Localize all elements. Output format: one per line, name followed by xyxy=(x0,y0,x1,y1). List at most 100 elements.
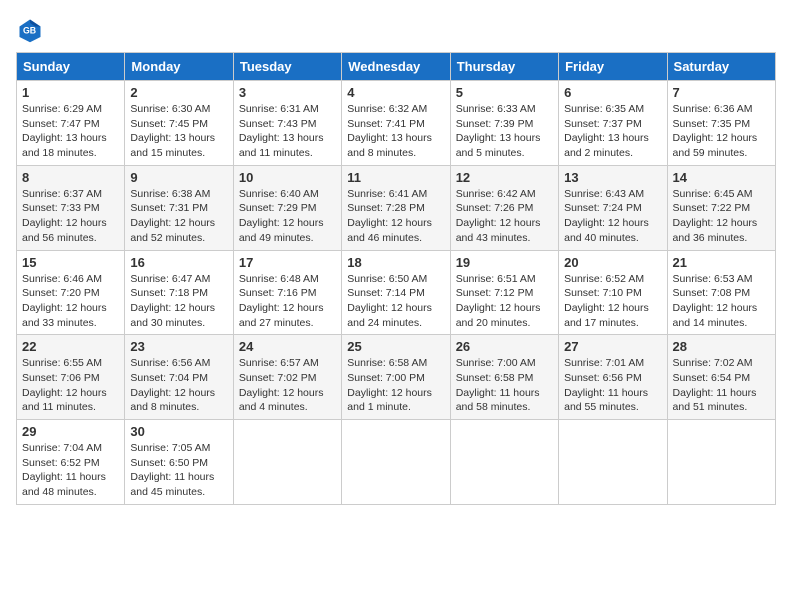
cell-content: Sunrise: 6:51 AM Sunset: 7:12 PM Dayligh… xyxy=(456,272,553,331)
calendar-cell xyxy=(450,420,558,505)
calendar-cell: 16 Sunrise: 6:47 AM Sunset: 7:18 PM Dayl… xyxy=(125,250,233,335)
calendar-cell: 7 Sunrise: 6:36 AM Sunset: 7:35 PM Dayli… xyxy=(667,81,775,166)
calendar-cell xyxy=(342,420,450,505)
cell-content: Sunrise: 6:53 AM Sunset: 7:08 PM Dayligh… xyxy=(673,272,770,331)
cell-content: Sunrise: 6:45 AM Sunset: 7:22 PM Dayligh… xyxy=(673,187,770,246)
weekday-header-wednesday: Wednesday xyxy=(342,53,450,81)
calendar-cell: 28 Sunrise: 7:02 AM Sunset: 6:54 PM Dayl… xyxy=(667,335,775,420)
cell-content: Sunrise: 6:35 AM Sunset: 7:37 PM Dayligh… xyxy=(564,102,661,161)
calendar-cell: 1 Sunrise: 6:29 AM Sunset: 7:47 PM Dayli… xyxy=(17,81,125,166)
cell-content: Sunrise: 6:29 AM Sunset: 7:47 PM Dayligh… xyxy=(22,102,119,161)
day-number: 4 xyxy=(347,85,444,100)
calendar-cell: 20 Sunrise: 6:52 AM Sunset: 7:10 PM Dayl… xyxy=(559,250,667,335)
day-number: 16 xyxy=(130,255,227,270)
calendar-cell: 5 Sunrise: 6:33 AM Sunset: 7:39 PM Dayli… xyxy=(450,81,558,166)
weekday-header-sunday: Sunday xyxy=(17,53,125,81)
calendar-cell: 27 Sunrise: 7:01 AM Sunset: 6:56 PM Dayl… xyxy=(559,335,667,420)
weekday-header-friday: Friday xyxy=(559,53,667,81)
day-number: 22 xyxy=(22,339,119,354)
day-number: 6 xyxy=(564,85,661,100)
logo: GB xyxy=(16,16,48,44)
generalblue-logo-icon: GB xyxy=(16,16,44,44)
day-number: 1 xyxy=(22,85,119,100)
calendar-cell: 11 Sunrise: 6:41 AM Sunset: 7:28 PM Dayl… xyxy=(342,165,450,250)
day-number: 26 xyxy=(456,339,553,354)
calendar-cell: 23 Sunrise: 6:56 AM Sunset: 7:04 PM Dayl… xyxy=(125,335,233,420)
day-number: 13 xyxy=(564,170,661,185)
page-header: GB xyxy=(16,16,776,44)
calendar-cell: 24 Sunrise: 6:57 AM Sunset: 7:02 PM Dayl… xyxy=(233,335,341,420)
day-number: 15 xyxy=(22,255,119,270)
cell-content: Sunrise: 6:31 AM Sunset: 7:43 PM Dayligh… xyxy=(239,102,336,161)
cell-content: Sunrise: 6:37 AM Sunset: 7:33 PM Dayligh… xyxy=(22,187,119,246)
calendar-cell: 18 Sunrise: 6:50 AM Sunset: 7:14 PM Dayl… xyxy=(342,250,450,335)
cell-content: Sunrise: 6:41 AM Sunset: 7:28 PM Dayligh… xyxy=(347,187,444,246)
cell-content: Sunrise: 6:47 AM Sunset: 7:18 PM Dayligh… xyxy=(130,272,227,331)
day-number: 21 xyxy=(673,255,770,270)
calendar-cell: 22 Sunrise: 6:55 AM Sunset: 7:06 PM Dayl… xyxy=(17,335,125,420)
calendar-table: SundayMondayTuesdayWednesdayThursdayFrid… xyxy=(16,52,776,505)
weekday-header-monday: Monday xyxy=(125,53,233,81)
day-number: 23 xyxy=(130,339,227,354)
day-number: 7 xyxy=(673,85,770,100)
cell-content: Sunrise: 6:43 AM Sunset: 7:24 PM Dayligh… xyxy=(564,187,661,246)
cell-content: Sunrise: 6:32 AM Sunset: 7:41 PM Dayligh… xyxy=(347,102,444,161)
cell-content: Sunrise: 7:00 AM Sunset: 6:58 PM Dayligh… xyxy=(456,356,553,415)
day-number: 17 xyxy=(239,255,336,270)
cell-content: Sunrise: 6:38 AM Sunset: 7:31 PM Dayligh… xyxy=(130,187,227,246)
cell-content: Sunrise: 6:33 AM Sunset: 7:39 PM Dayligh… xyxy=(456,102,553,161)
calendar-cell: 19 Sunrise: 6:51 AM Sunset: 7:12 PM Dayl… xyxy=(450,250,558,335)
calendar-cell xyxy=(667,420,775,505)
cell-content: Sunrise: 7:02 AM Sunset: 6:54 PM Dayligh… xyxy=(673,356,770,415)
calendar-cell: 26 Sunrise: 7:00 AM Sunset: 6:58 PM Dayl… xyxy=(450,335,558,420)
calendar-cell: 9 Sunrise: 6:38 AM Sunset: 7:31 PM Dayli… xyxy=(125,165,233,250)
calendar-cell: 30 Sunrise: 7:05 AM Sunset: 6:50 PM Dayl… xyxy=(125,420,233,505)
calendar-cell: 13 Sunrise: 6:43 AM Sunset: 7:24 PM Dayl… xyxy=(559,165,667,250)
svg-text:GB: GB xyxy=(23,26,36,36)
calendar-cell: 8 Sunrise: 6:37 AM Sunset: 7:33 PM Dayli… xyxy=(17,165,125,250)
cell-content: Sunrise: 6:57 AM Sunset: 7:02 PM Dayligh… xyxy=(239,356,336,415)
day-number: 29 xyxy=(22,424,119,439)
day-number: 8 xyxy=(22,170,119,185)
weekday-header-thursday: Thursday xyxy=(450,53,558,81)
day-number: 3 xyxy=(239,85,336,100)
day-number: 18 xyxy=(347,255,444,270)
day-number: 24 xyxy=(239,339,336,354)
cell-content: Sunrise: 6:52 AM Sunset: 7:10 PM Dayligh… xyxy=(564,272,661,331)
weekday-header-saturday: Saturday xyxy=(667,53,775,81)
calendar-cell: 25 Sunrise: 6:58 AM Sunset: 7:00 PM Dayl… xyxy=(342,335,450,420)
day-number: 19 xyxy=(456,255,553,270)
cell-content: Sunrise: 6:42 AM Sunset: 7:26 PM Dayligh… xyxy=(456,187,553,246)
cell-content: Sunrise: 6:50 AM Sunset: 7:14 PM Dayligh… xyxy=(347,272,444,331)
calendar-cell: 17 Sunrise: 6:48 AM Sunset: 7:16 PM Dayl… xyxy=(233,250,341,335)
cell-content: Sunrise: 6:55 AM Sunset: 7:06 PM Dayligh… xyxy=(22,356,119,415)
weekday-header-tuesday: Tuesday xyxy=(233,53,341,81)
calendar-cell: 29 Sunrise: 7:04 AM Sunset: 6:52 PM Dayl… xyxy=(17,420,125,505)
calendar-cell: 15 Sunrise: 6:46 AM Sunset: 7:20 PM Dayl… xyxy=(17,250,125,335)
day-number: 28 xyxy=(673,339,770,354)
cell-content: Sunrise: 6:36 AM Sunset: 7:35 PM Dayligh… xyxy=(673,102,770,161)
day-number: 14 xyxy=(673,170,770,185)
cell-content: Sunrise: 6:48 AM Sunset: 7:16 PM Dayligh… xyxy=(239,272,336,331)
cell-content: Sunrise: 6:30 AM Sunset: 7:45 PM Dayligh… xyxy=(130,102,227,161)
cell-content: Sunrise: 7:04 AM Sunset: 6:52 PM Dayligh… xyxy=(22,441,119,500)
day-number: 11 xyxy=(347,170,444,185)
day-number: 10 xyxy=(239,170,336,185)
day-number: 5 xyxy=(456,85,553,100)
day-number: 9 xyxy=(130,170,227,185)
cell-content: Sunrise: 6:56 AM Sunset: 7:04 PM Dayligh… xyxy=(130,356,227,415)
calendar-cell xyxy=(233,420,341,505)
day-number: 30 xyxy=(130,424,227,439)
calendar-cell: 6 Sunrise: 6:35 AM Sunset: 7:37 PM Dayli… xyxy=(559,81,667,166)
day-number: 2 xyxy=(130,85,227,100)
day-number: 12 xyxy=(456,170,553,185)
cell-content: Sunrise: 6:40 AM Sunset: 7:29 PM Dayligh… xyxy=(239,187,336,246)
calendar-cell: 2 Sunrise: 6:30 AM Sunset: 7:45 PM Dayli… xyxy=(125,81,233,166)
cell-content: Sunrise: 7:01 AM Sunset: 6:56 PM Dayligh… xyxy=(564,356,661,415)
calendar-cell xyxy=(559,420,667,505)
day-number: 20 xyxy=(564,255,661,270)
calendar-cell: 3 Sunrise: 6:31 AM Sunset: 7:43 PM Dayli… xyxy=(233,81,341,166)
cell-content: Sunrise: 7:05 AM Sunset: 6:50 PM Dayligh… xyxy=(130,441,227,500)
calendar-cell: 4 Sunrise: 6:32 AM Sunset: 7:41 PM Dayli… xyxy=(342,81,450,166)
calendar-cell: 14 Sunrise: 6:45 AM Sunset: 7:22 PM Dayl… xyxy=(667,165,775,250)
